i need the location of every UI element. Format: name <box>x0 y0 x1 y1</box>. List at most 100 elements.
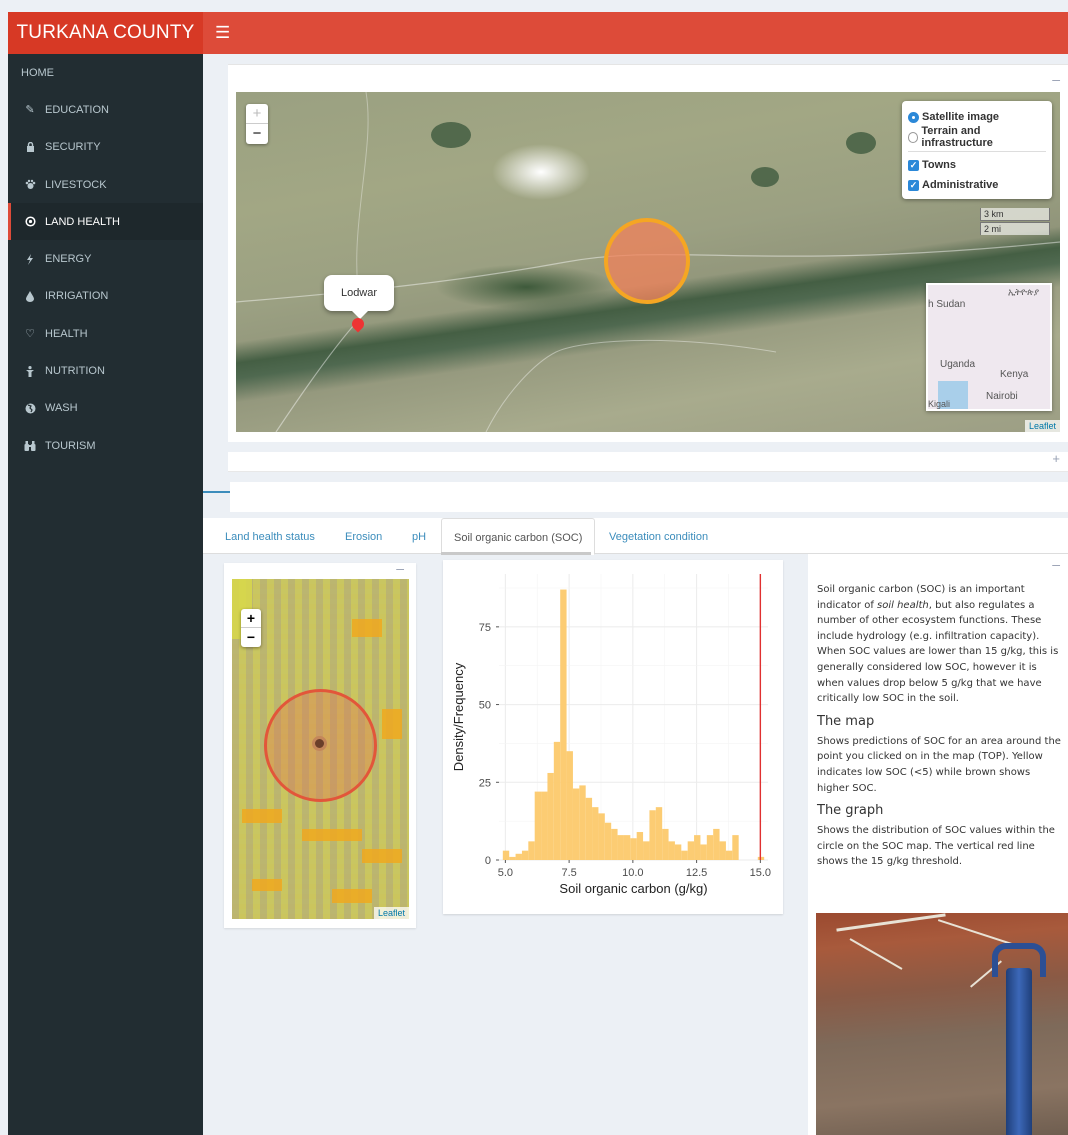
checkbox-checked-icon: ✓ <box>908 179 919 191</box>
layer-label: Administrative <box>922 179 999 191</box>
hamburger-icon[interactable]: ☰ <box>215 23 230 43</box>
leaflet-attribution[interactable]: Leaflet <box>1024 420 1060 432</box>
histogram-bar <box>604 822 612 860</box>
layer-control: Satellite image Terrain and infrastructu… <box>902 101 1052 199</box>
globe-icon <box>21 403 39 414</box>
tab-ph[interactable]: pH <box>412 518 426 554</box>
sidebar-item-health[interactable]: ♡ HEALTH <box>8 315 203 352</box>
histogram-bar <box>700 844 707 860</box>
minimap[interactable]: h Sudan ኢትዮጵያ Uganda Kenya Nairobi Kigal… <box>926 283 1052 411</box>
sidebar-item-land-health[interactable]: LAND HEALTH <box>8 203 203 241</box>
minimap-label: Kigali <box>928 399 951 409</box>
soc-cell-cluster <box>332 889 372 903</box>
layer-divider <box>908 151 1046 152</box>
expand-icon[interactable]: + <box>1052 451 1060 466</box>
soc-point-marker[interactable] <box>312 736 327 751</box>
soc-cell-cluster <box>252 879 282 891</box>
tab-land-health-status[interactable]: Land health status <box>225 518 315 554</box>
tab-soc[interactable]: Soil organic carbon (SOC) <box>441 518 596 555</box>
tab-vegetation-condition[interactable]: Vegetation condition <box>609 518 708 554</box>
minimap-label: Kenya <box>1000 369 1029 380</box>
sidebar-item-education[interactable]: ✎ EDUCATION <box>8 91 203 128</box>
collapse-icon[interactable]: – <box>1052 556 1060 572</box>
soc-cell-cluster <box>242 809 282 823</box>
sidebar-item-label: HOME <box>21 66 54 79</box>
histogram-bar <box>579 785 586 860</box>
zoom-in-button[interactable]: + <box>246 104 268 124</box>
overlay-towns[interactable]: ✓ Towns <box>908 155 1046 175</box>
sidebar-item-wash[interactable]: WASH <box>8 390 203 427</box>
overlay-administrative[interactable]: ✓ Administrative <box>908 175 1046 195</box>
collapse-icon[interactable]: – <box>1052 71 1060 87</box>
collapse-icon[interactable]: – <box>396 560 404 576</box>
child-icon <box>21 365 39 377</box>
intro-emphasis: soil health <box>877 599 929 611</box>
sidebar-item-label: HEALTH <box>45 327 88 340</box>
auger-tool <box>1006 968 1032 1135</box>
zoom-out-button[interactable]: − <box>241 628 261 647</box>
soil-photo <box>816 913 1068 1135</box>
minimap-label: h Sudan <box>928 299 966 310</box>
layer-terrain[interactable]: Terrain and infrastructure <box>908 125 1046 149</box>
histogram-bar <box>572 788 580 860</box>
x-tick-label: 7.5 <box>561 867 576 879</box>
intro-text-after: , but also regulates a number of other e… <box>817 599 1059 705</box>
selection-circle[interactable] <box>604 218 690 304</box>
histogram-bar <box>553 741 561 860</box>
main-map-box: – + − Satellite image Terrain and infras… <box>228 64 1068 442</box>
leaflet-attribution[interactable]: Leaflet <box>373 907 409 919</box>
main-map[interactable]: + − Satellite image Terrain and infrastr… <box>236 92 1060 432</box>
graph-heading: The graph <box>817 803 884 819</box>
histogram-bar <box>528 841 535 860</box>
sidebar-item-label: LAND HEALTH <box>45 215 120 228</box>
zoom-out-button[interactable]: − <box>246 124 268 144</box>
sidebar-item-energy[interactable]: ENERGY <box>8 240 203 277</box>
town-popup[interactable]: Lodwar <box>324 275 394 319</box>
sidebar-item-security[interactable]: SECURITY <box>8 129 203 166</box>
binoculars-icon <box>21 440 39 451</box>
histogram-bar <box>662 828 669 860</box>
radio-icon <box>908 111 919 123</box>
lock-icon <box>21 142 39 153</box>
x-axis-label: Soil organic carbon (g/kg) <box>559 881 707 896</box>
app-header: TURKANA COUNTY ☰ <box>8 12 1068 54</box>
sidebar-item-label: SECURITY <box>45 141 101 154</box>
histogram-bar <box>509 856 516 860</box>
y-tick-label: 0 <box>485 855 491 867</box>
histogram-bar <box>643 841 650 860</box>
soc-info-panel: – Soil organic carbon (SOC) is an import… <box>808 554 1068 1135</box>
tab-erosion[interactable]: Erosion <box>345 518 382 554</box>
y-tick-label: 25 <box>479 777 491 789</box>
brand-logo[interactable]: TURKANA COUNTY <box>8 12 203 54</box>
x-tick-label: 15.0 <box>750 867 771 879</box>
map-paragraph: Shows predictions of SOC for an area aro… <box>817 735 1061 794</box>
soc-map[interactable]: + − Leaflet <box>232 579 409 919</box>
x-tick-label: 10.0 <box>622 867 643 879</box>
sidebar-item-nutrition[interactable]: NUTRITION <box>8 352 203 389</box>
sidebar-item-label: IRRIGATION <box>45 290 109 303</box>
histogram-bar <box>687 841 695 860</box>
histogram-bar <box>502 850 510 860</box>
histogram-bar <box>534 791 542 860</box>
sidebar-item-tourism[interactable]: TOURISM <box>8 427 203 464</box>
tab-scrollbar <box>441 552 591 555</box>
sidebar-item-irrigation[interactable]: IRRIGATION <box>8 278 203 315</box>
zoom-in-button[interactable]: + <box>241 609 261 628</box>
histogram-bar <box>515 853 522 860</box>
histogram-bar <box>598 813 605 860</box>
histogram-bar <box>585 797 593 860</box>
y-tick-label: 75 <box>479 622 491 634</box>
sidebar-item-livestock[interactable]: LIVESTOCK <box>8 166 203 203</box>
soc-cell-cluster <box>302 829 362 841</box>
layer-satellite[interactable]: Satellite image <box>908 107 1046 127</box>
tab-accent-line <box>203 491 230 493</box>
sidebar-item-home[interactable]: HOME <box>8 54 203 91</box>
soc-cell-cluster <box>352 619 382 637</box>
soc-cell-cluster <box>382 709 402 739</box>
histogram-bar <box>623 835 631 860</box>
scale-km: 3 km <box>980 208 1050 221</box>
histogram-bar <box>668 841 675 860</box>
sidebar-item-label: ENERGY <box>45 253 92 266</box>
main-content: – + − Satellite image Terrain and infras… <box>203 54 1068 1135</box>
histogram-bar <box>713 828 720 860</box>
